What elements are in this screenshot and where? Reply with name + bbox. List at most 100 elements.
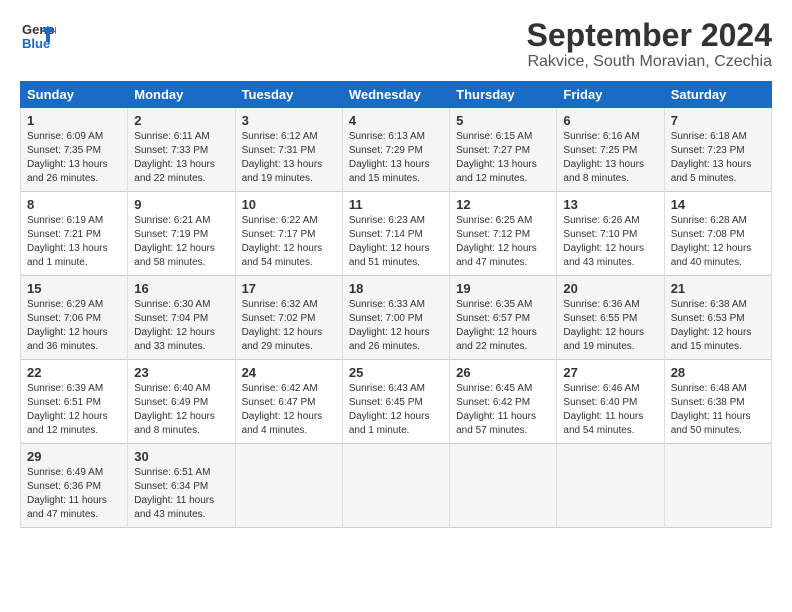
day-number: 15 bbox=[27, 281, 121, 296]
calendar-cell: 9 Sunrise: 6:21 AM Sunset: 7:19 PM Daylig… bbox=[128, 192, 235, 276]
day-number: 24 bbox=[242, 365, 336, 380]
day-number: 11 bbox=[349, 197, 443, 212]
day-info: Sunrise: 6:30 AM Sunset: 7:04 PM Dayligh… bbox=[134, 298, 228, 354]
day-number: 21 bbox=[671, 281, 765, 296]
day-info: Sunrise: 6:39 AM Sunset: 6:51 PM Dayligh… bbox=[27, 382, 121, 438]
day-number: 2 bbox=[134, 113, 228, 128]
day-info: Sunrise: 6:38 AM Sunset: 6:53 PM Dayligh… bbox=[671, 298, 765, 354]
day-info: Sunrise: 6:16 AM Sunset: 7:25 PM Dayligh… bbox=[563, 130, 657, 186]
day-info: Sunrise: 6:25 AM Sunset: 7:12 PM Dayligh… bbox=[456, 214, 550, 270]
day-number: 23 bbox=[134, 365, 228, 380]
day-info: Sunrise: 6:13 AM Sunset: 7:29 PM Dayligh… bbox=[349, 130, 443, 186]
calendar-cell bbox=[235, 444, 342, 528]
day-number: 27 bbox=[563, 365, 657, 380]
weekday-header-wednesday: Wednesday bbox=[342, 82, 449, 108]
day-number: 19 bbox=[456, 281, 550, 296]
day-number: 20 bbox=[563, 281, 657, 296]
day-number: 22 bbox=[27, 365, 121, 380]
logo-icon: General Blue bbox=[20, 18, 56, 54]
day-number: 7 bbox=[671, 113, 765, 128]
calendar-cell: 7 Sunrise: 6:18 AM Sunset: 7:23 PM Daylig… bbox=[664, 108, 771, 192]
calendar-cell: 23 Sunrise: 6:40 AM Sunset: 6:49 PM Dayli… bbox=[128, 360, 235, 444]
day-info: Sunrise: 6:33 AM Sunset: 7:00 PM Dayligh… bbox=[349, 298, 443, 354]
calendar-cell: 12 Sunrise: 6:25 AM Sunset: 7:12 PM Dayli… bbox=[450, 192, 557, 276]
day-info: Sunrise: 6:42 AM Sunset: 6:47 PM Dayligh… bbox=[242, 382, 336, 438]
day-info: Sunrise: 6:40 AM Sunset: 6:49 PM Dayligh… bbox=[134, 382, 228, 438]
calendar-cell: 6 Sunrise: 6:16 AM Sunset: 7:25 PM Daylig… bbox=[557, 108, 664, 192]
calendar-cell: 8 Sunrise: 6:19 AM Sunset: 7:21 PM Daylig… bbox=[21, 192, 128, 276]
day-info: Sunrise: 6:36 AM Sunset: 6:55 PM Dayligh… bbox=[563, 298, 657, 354]
day-info: Sunrise: 6:19 AM Sunset: 7:21 PM Dayligh… bbox=[27, 214, 121, 270]
day-info: Sunrise: 6:28 AM Sunset: 7:08 PM Dayligh… bbox=[671, 214, 765, 270]
day-info: Sunrise: 6:32 AM Sunset: 7:02 PM Dayligh… bbox=[242, 298, 336, 354]
calendar-row-0: 1 Sunrise: 6:09 AM Sunset: 7:35 PM Daylig… bbox=[21, 108, 772, 192]
day-info: Sunrise: 6:22 AM Sunset: 7:17 PM Dayligh… bbox=[242, 214, 336, 270]
weekday-header-tuesday: Tuesday bbox=[235, 82, 342, 108]
calendar-row-4: 29 Sunrise: 6:49 AM Sunset: 6:36 PM Dayli… bbox=[21, 444, 772, 528]
day-number: 3 bbox=[242, 113, 336, 128]
calendar-row-2: 15 Sunrise: 6:29 AM Sunset: 7:06 PM Dayli… bbox=[21, 276, 772, 360]
calendar-cell: 28 Sunrise: 6:48 AM Sunset: 6:38 PM Dayli… bbox=[664, 360, 771, 444]
calendar-cell: 13 Sunrise: 6:26 AM Sunset: 7:10 PM Dayli… bbox=[557, 192, 664, 276]
weekday-header-sunday: Sunday bbox=[21, 82, 128, 108]
calendar-cell: 22 Sunrise: 6:39 AM Sunset: 6:51 PM Dayli… bbox=[21, 360, 128, 444]
day-info: Sunrise: 6:12 AM Sunset: 7:31 PM Dayligh… bbox=[242, 130, 336, 186]
day-info: Sunrise: 6:51 AM Sunset: 6:34 PM Dayligh… bbox=[134, 466, 228, 522]
weekday-header-thursday: Thursday bbox=[450, 82, 557, 108]
day-number: 28 bbox=[671, 365, 765, 380]
calendar-cell: 11 Sunrise: 6:23 AM Sunset: 7:14 PM Dayli… bbox=[342, 192, 449, 276]
day-info: Sunrise: 6:09 AM Sunset: 7:35 PM Dayligh… bbox=[27, 130, 121, 186]
calendar-page: General Blue September 2024 Rakvice, Sou… bbox=[0, 0, 792, 612]
day-number: 4 bbox=[349, 113, 443, 128]
day-info: Sunrise: 6:48 AM Sunset: 6:38 PM Dayligh… bbox=[671, 382, 765, 438]
calendar-cell: 16Sunrise: 6:30 AM Sunset: 7:04 PM Dayli… bbox=[128, 276, 235, 360]
day-info: Sunrise: 6:29 AM Sunset: 7:06 PM Dayligh… bbox=[27, 298, 121, 354]
weekday-header-saturday: Saturday bbox=[664, 82, 771, 108]
day-number: 18 bbox=[349, 281, 443, 296]
calendar-cell: 14 Sunrise: 6:28 AM Sunset: 7:08 PM Dayli… bbox=[664, 192, 771, 276]
day-info: Sunrise: 6:49 AM Sunset: 6:36 PM Dayligh… bbox=[27, 466, 121, 522]
day-number: 14 bbox=[671, 197, 765, 212]
calendar-row-3: 22 Sunrise: 6:39 AM Sunset: 6:51 PM Dayli… bbox=[21, 360, 772, 444]
day-number: 8 bbox=[27, 197, 121, 212]
day-number: 10 bbox=[242, 197, 336, 212]
calendar-cell: 24 Sunrise: 6:42 AM Sunset: 6:47 PM Dayli… bbox=[235, 360, 342, 444]
day-number: 12 bbox=[456, 197, 550, 212]
weekday-header-row: SundayMondayTuesdayWednesdayThursdayFrid… bbox=[21, 82, 772, 108]
calendar-cell bbox=[450, 444, 557, 528]
calendar-cell: 1 Sunrise: 6:09 AM Sunset: 7:35 PM Daylig… bbox=[21, 108, 128, 192]
day-info: Sunrise: 6:43 AM Sunset: 6:45 PM Dayligh… bbox=[349, 382, 443, 438]
day-info: Sunrise: 6:11 AM Sunset: 7:33 PM Dayligh… bbox=[134, 130, 228, 186]
day-info: Sunrise: 6:21 AM Sunset: 7:19 PM Dayligh… bbox=[134, 214, 228, 270]
month-title: September 2024 bbox=[527, 18, 772, 53]
day-number: 6 bbox=[563, 113, 657, 128]
weekday-header-monday: Monday bbox=[128, 82, 235, 108]
day-info: Sunrise: 6:23 AM Sunset: 7:14 PM Dayligh… bbox=[349, 214, 443, 270]
calendar-cell: 30 Sunrise: 6:51 AM Sunset: 6:34 PM Dayli… bbox=[128, 444, 235, 528]
day-number: 13 bbox=[563, 197, 657, 212]
calendar-cell: 17Sunrise: 6:32 AM Sunset: 7:02 PM Dayli… bbox=[235, 276, 342, 360]
calendar-cell: 5Sunrise: 6:15 AM Sunset: 7:27 PM Daylig… bbox=[450, 108, 557, 192]
calendar-row-1: 8 Sunrise: 6:19 AM Sunset: 7:21 PM Daylig… bbox=[21, 192, 772, 276]
day-info: Sunrise: 6:45 AM Sunset: 6:42 PM Dayligh… bbox=[456, 382, 550, 438]
day-number: 29 bbox=[27, 449, 121, 464]
day-info: Sunrise: 6:26 AM Sunset: 7:10 PM Dayligh… bbox=[563, 214, 657, 270]
calendar-cell: 2 Sunrise: 6:11 AM Sunset: 7:33 PM Daylig… bbox=[128, 108, 235, 192]
calendar-cell: 10 Sunrise: 6:22 AM Sunset: 7:17 PM Dayli… bbox=[235, 192, 342, 276]
header: General Blue September 2024 Rakvice, Sou… bbox=[20, 18, 772, 71]
day-number: 30 bbox=[134, 449, 228, 464]
day-number: 9 bbox=[134, 197, 228, 212]
day-number: 25 bbox=[349, 365, 443, 380]
day-info: Sunrise: 6:18 AM Sunset: 7:23 PM Dayligh… bbox=[671, 130, 765, 186]
calendar-table: SundayMondayTuesdayWednesdayThursdayFrid… bbox=[20, 81, 772, 528]
day-info: Sunrise: 6:15 AM Sunset: 7:27 PM Dayligh… bbox=[456, 130, 550, 186]
calendar-cell: 18 Sunrise: 6:33 AM Sunset: 7:00 PM Dayli… bbox=[342, 276, 449, 360]
day-number: 1 bbox=[27, 113, 121, 128]
calendar-cell: 20 Sunrise: 6:36 AM Sunset: 6:55 PM Dayli… bbox=[557, 276, 664, 360]
calendar-cell bbox=[557, 444, 664, 528]
location-title: Rakvice, South Moravian, Czechia bbox=[527, 53, 772, 71]
day-info: Sunrise: 6:46 AM Sunset: 6:40 PM Dayligh… bbox=[563, 382, 657, 438]
calendar-cell: 15 Sunrise: 6:29 AM Sunset: 7:06 PM Dayli… bbox=[21, 276, 128, 360]
calendar-cell: 25 Sunrise: 6:43 AM Sunset: 6:45 PM Dayli… bbox=[342, 360, 449, 444]
calendar-cell bbox=[342, 444, 449, 528]
